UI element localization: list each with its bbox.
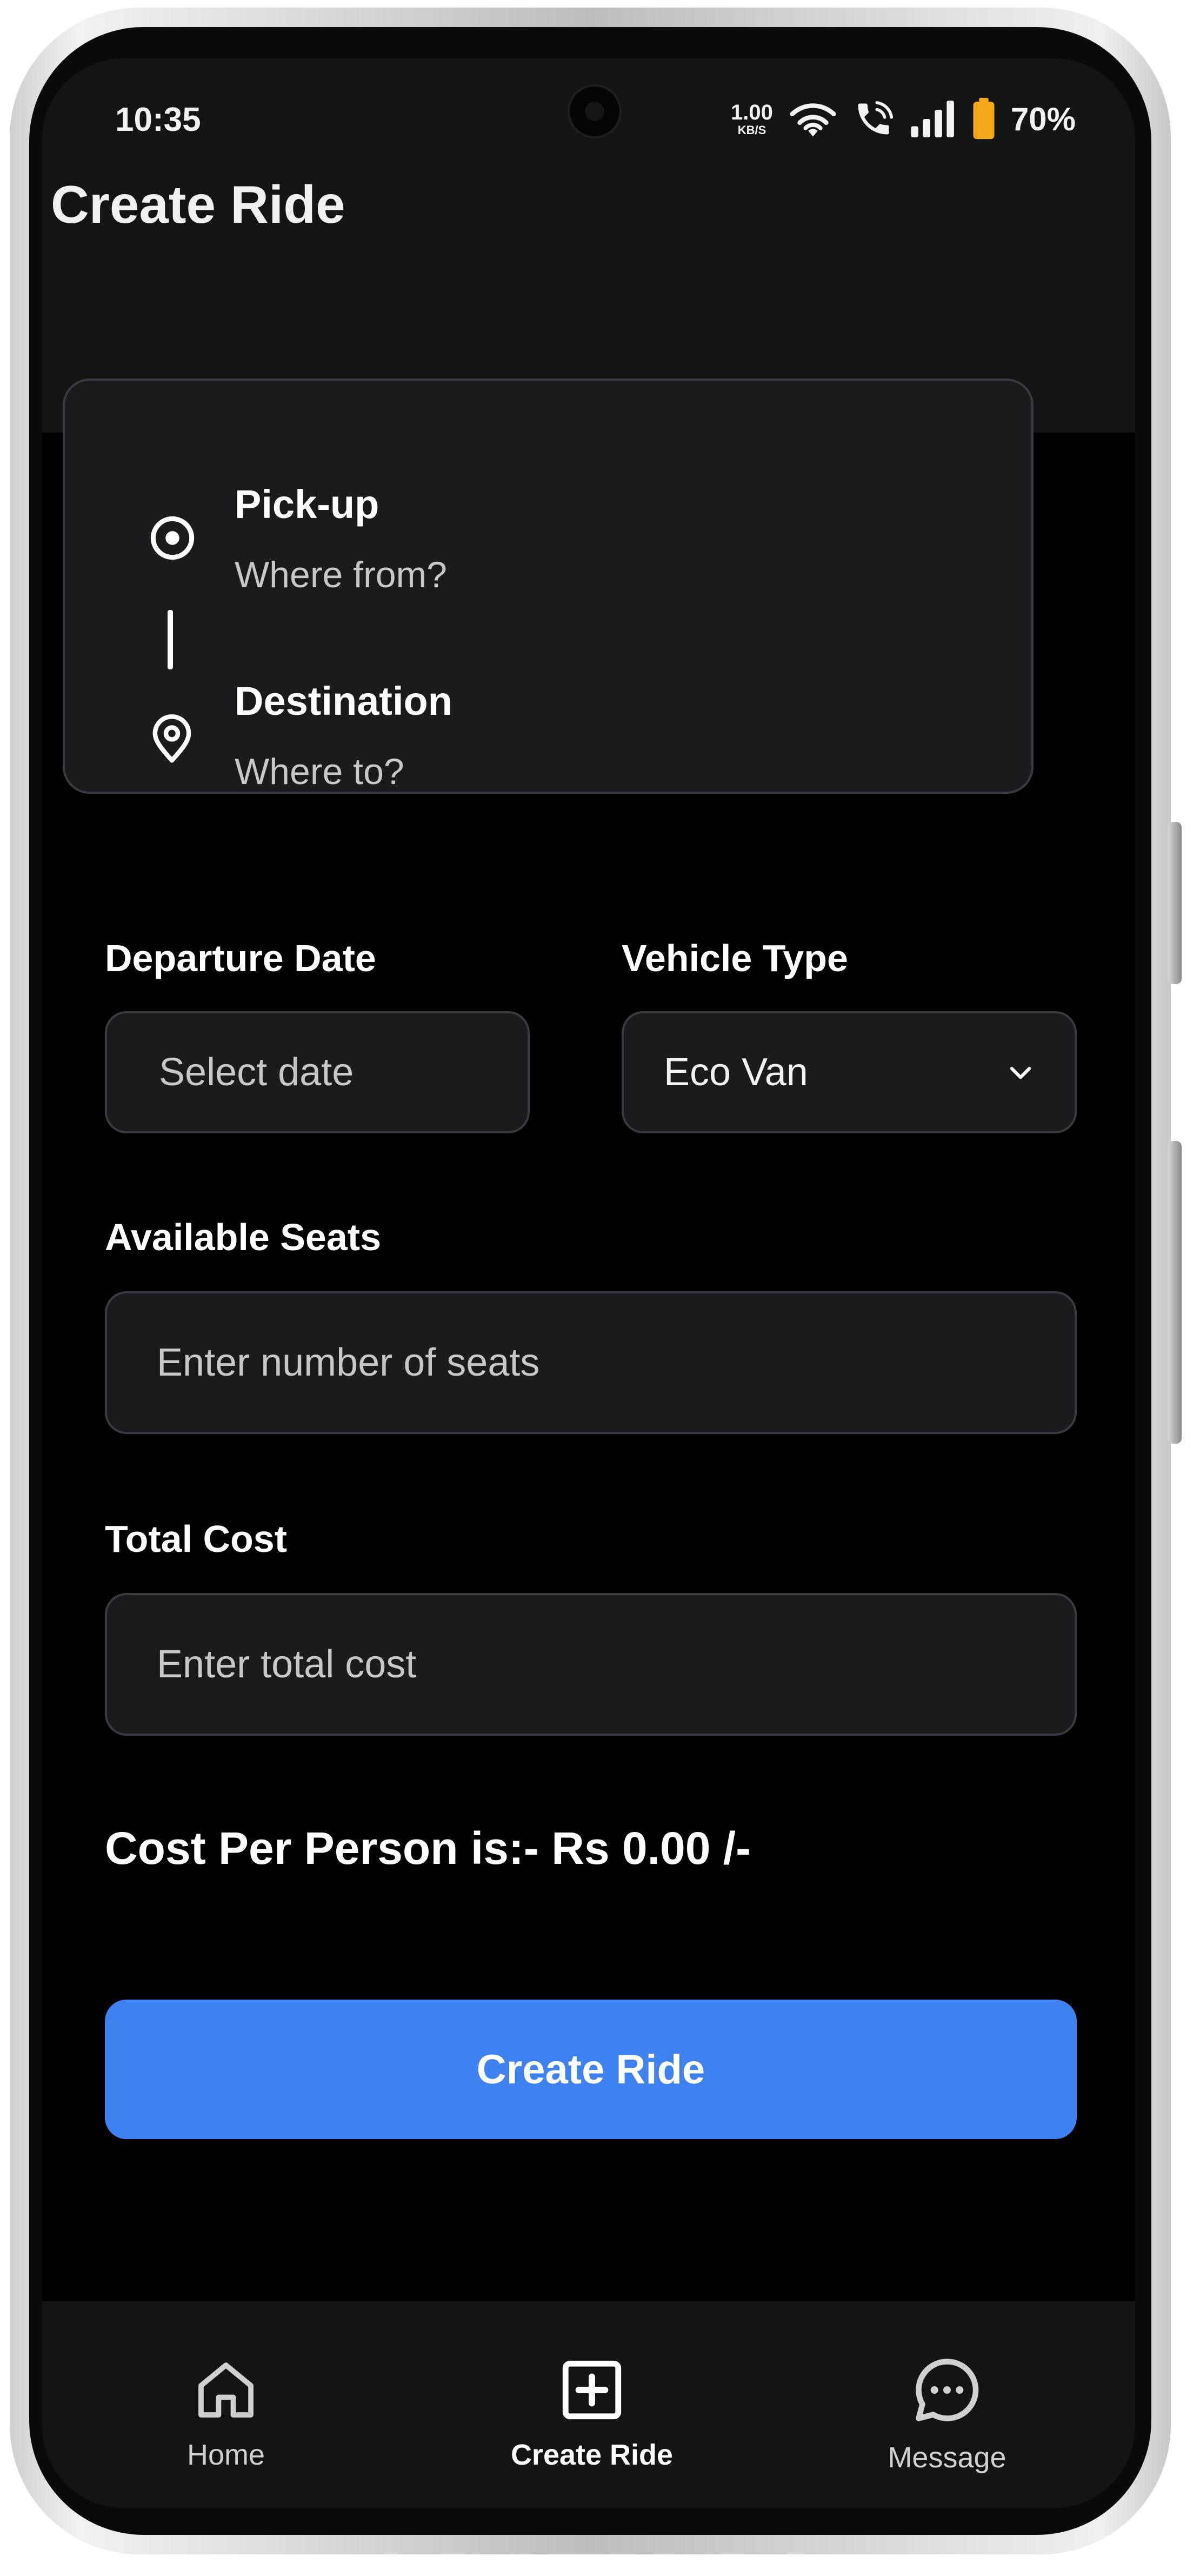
location-card bbox=[63, 379, 1034, 794]
location-pin-icon bbox=[152, 714, 191, 763]
departure-date-label: Departure Date bbox=[105, 937, 376, 979]
home-icon bbox=[198, 2362, 254, 2418]
total-cost-placeholder: Enter total cost bbox=[157, 1643, 417, 1686]
destination-label: Destination bbox=[235, 679, 452, 723]
pickup-label: Pick-up bbox=[235, 482, 379, 527]
front-camera bbox=[568, 84, 622, 138]
vehicle-type-select[interactable]: Eco Van bbox=[622, 1011, 1077, 1133]
cost-per-person-text: Cost Per Person is:- Rs 0.00 /- bbox=[105, 1823, 751, 1874]
available-seats-label: Available Seats bbox=[105, 1216, 382, 1258]
chat-bubble-icon bbox=[916, 2359, 979, 2421]
network-speed-unit: KB/S bbox=[737, 123, 766, 137]
add-box-icon bbox=[562, 2360, 622, 2420]
vehicle-type-label: Vehicle Type bbox=[622, 937, 848, 979]
nav-item-create-ride[interactable]: Create Ride bbox=[478, 2301, 705, 2472]
destination-input[interactable]: Where to? bbox=[235, 751, 404, 793]
network-speed-value: 1.00 bbox=[731, 101, 773, 124]
wifi-icon bbox=[790, 103, 836, 137]
total-cost-input[interactable]: Enter total cost bbox=[105, 1593, 1077, 1736]
status-icons: 1.00 KB/S 70% bbox=[731, 92, 1076, 146]
network-speed: 1.00 KB/S bbox=[731, 102, 773, 136]
available-seats-placeholder: Enter number of seats bbox=[157, 1341, 540, 1384]
total-cost-label: Total Cost bbox=[105, 1518, 288, 1560]
departure-date-placeholder: Select date bbox=[159, 1051, 354, 1094]
route-connector-line bbox=[168, 610, 173, 669]
status-bar: 10:35 1.00 KB/S 70% bbox=[42, 58, 1135, 183]
page-title: Create Ride bbox=[51, 175, 345, 234]
status-time: 10:35 bbox=[115, 101, 201, 138]
phone-side-button bbox=[1168, 1141, 1182, 1444]
wifi-call-icon bbox=[858, 101, 894, 135]
nav-label-home: Home bbox=[186, 2439, 265, 2471]
phone-side-button bbox=[1168, 822, 1182, 984]
available-seats-input[interactable]: Enter number of seats bbox=[105, 1291, 1077, 1434]
nav-label-create-ride: Create Ride bbox=[510, 2439, 674, 2471]
signal-icon bbox=[911, 101, 954, 137]
battery-icon bbox=[973, 98, 995, 140]
pickup-radio-icon bbox=[150, 516, 195, 560]
nav-item-message[interactable]: Message bbox=[834, 2301, 1061, 2474]
pickup-input[interactable]: Where from? bbox=[235, 554, 447, 596]
create-ride-button[interactable]: Create Ride bbox=[105, 2000, 1077, 2139]
vehicle-type-value: Eco Van bbox=[664, 1051, 808, 1094]
battery-percent: 70% bbox=[1010, 101, 1076, 137]
chevron-down-icon bbox=[1010, 1066, 1031, 1079]
nav-label-message: Message bbox=[888, 2441, 1006, 2474]
departure-date-field[interactable]: Select date bbox=[105, 1011, 530, 1133]
nav-item-home[interactable]: Home bbox=[112, 2301, 339, 2472]
